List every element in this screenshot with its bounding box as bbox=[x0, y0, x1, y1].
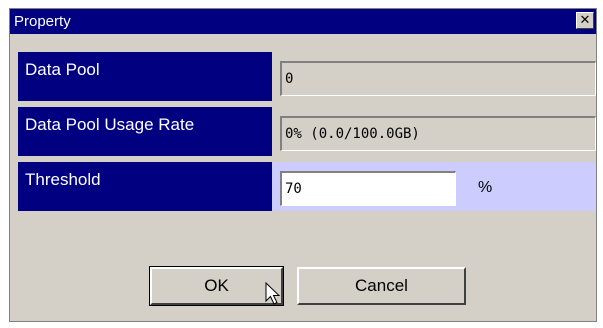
threshold-input[interactable] bbox=[280, 171, 456, 206]
data-pool-row: Data Pool 0 bbox=[18, 52, 596, 101]
close-button[interactable]: ✕ bbox=[576, 12, 594, 29]
usage-rate-label: Data Pool Usage Rate bbox=[18, 107, 272, 156]
data-pool-label: Data Pool bbox=[18, 52, 272, 101]
close-icon: ✕ bbox=[579, 13, 591, 28]
usage-rate-value: 0% (0.0/100.0GB) bbox=[280, 116, 596, 151]
mouse-pointer-icon bbox=[265, 282, 281, 305]
cancel-button[interactable]: Cancel bbox=[297, 267, 466, 305]
usage-rate-row: Data Pool Usage Rate 0% (0.0/100.0GB) bbox=[18, 107, 596, 156]
title-bar: Property ✕ bbox=[10, 9, 596, 34]
data-pool-value: 0 bbox=[280, 61, 596, 96]
threshold-unit: % bbox=[478, 179, 493, 196]
threshold-label: Threshold bbox=[18, 162, 272, 211]
property-dialog: Property ✕ Data Pool 0 Data Pool Usage R… bbox=[9, 8, 597, 322]
ok-button[interactable]: OK bbox=[149, 266, 284, 306]
window-title: Property bbox=[14, 13, 71, 30]
threshold-row: Threshold % bbox=[18, 162, 596, 211]
